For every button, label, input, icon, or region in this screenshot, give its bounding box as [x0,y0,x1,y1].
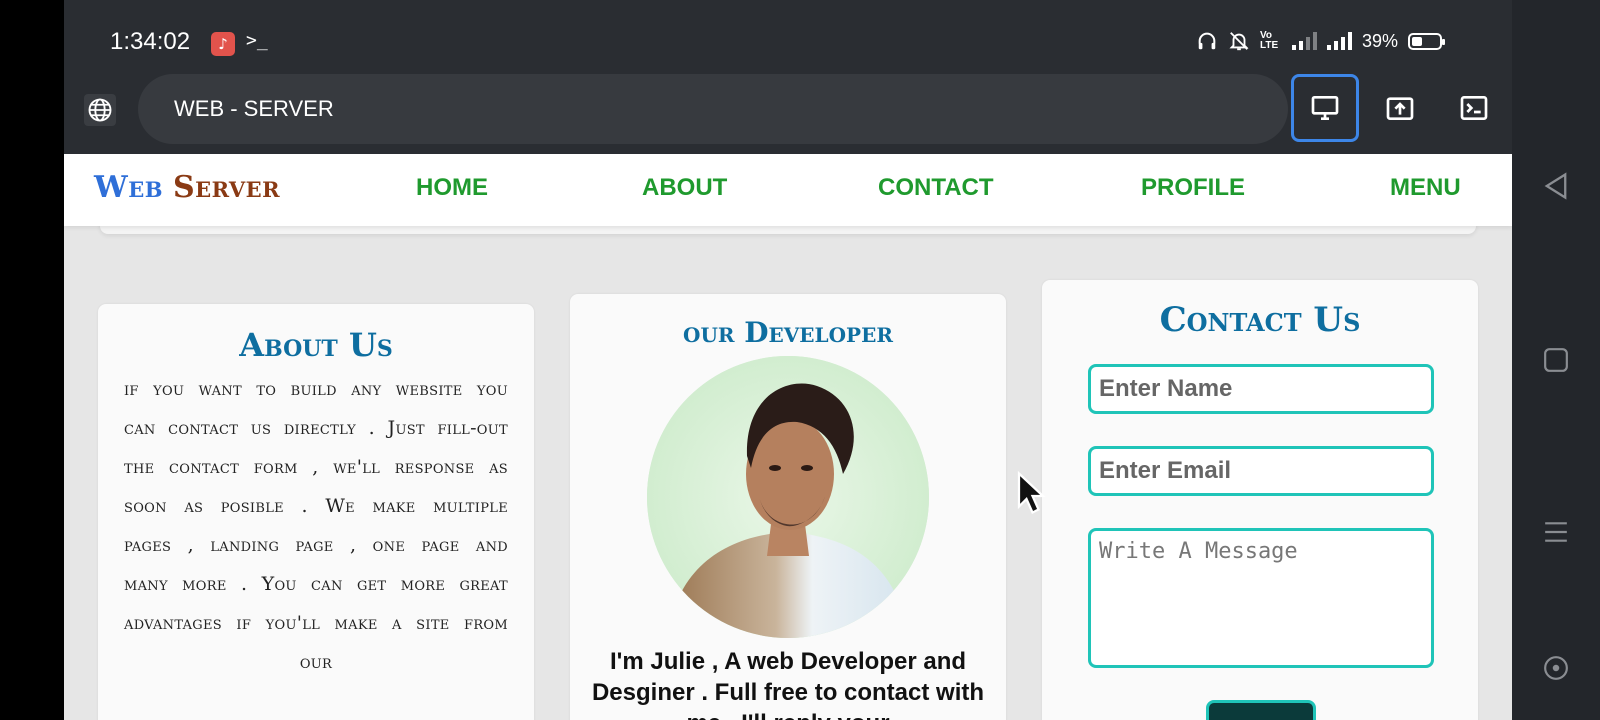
status-bar: 1:34:02 ♪ >_ Vo LTE 39% [64,0,1512,74]
battery-icon [1408,32,1445,50]
assistant-icon[interactable] [1540,652,1572,684]
contact-card: Contact Us Enter Name Enter Email Write … [1042,280,1478,720]
contact-title: Contact Us [1159,300,1361,340]
menu-lines-icon[interactable] [1540,516,1572,548]
developer-title: our Developer [683,316,893,349]
android-navigation-bar [1512,0,1600,720]
developer-photo [647,356,929,638]
site-header: Web Server HOME ABOUT CONTACT PROFILE ME… [64,154,1512,226]
email-field[interactable]: Enter Email [1088,446,1434,496]
clock: 1:34:02 [110,28,191,55]
nav-menu[interactable]: MENU [1390,174,1461,202]
page-title: WEB - SERVER [174,96,334,121]
nav-about[interactable]: ABOUT [642,174,727,202]
terminal-icon: >_ [246,30,268,51]
address-bar[interactable]: WEB - SERVER [138,74,1288,144]
nav-home[interactable]: HOME [416,174,488,202]
status-icons: Vo LTE 39% [1196,30,1445,52]
terminal-icon [1460,96,1488,120]
browser-toolbar: WEB - SERVER [64,74,1512,154]
mute-icon [1229,32,1249,51]
developer-text: I'm Julie , A web Developer and Desginer… [591,648,985,720]
nav-contact[interactable]: CONTACT [878,174,994,202]
name-field[interactable]: Enter Name [1088,364,1434,414]
nav-profile[interactable]: PROFILE [1141,174,1245,202]
desktop-mode-button[interactable] [1291,74,1359,142]
screen-edge [0,0,64,720]
desktop-icon [1311,96,1339,120]
share-button[interactable] [1366,74,1434,142]
headphones-icon [1198,32,1216,50]
message-field[interactable]: Write A Message [1088,528,1434,668]
mouse-cursor-icon [1017,470,1046,515]
about-text: if you want to build any website you can… [124,378,508,673]
send-button[interactable] [1206,700,1316,720]
home-square-icon[interactable] [1540,344,1572,376]
terminal-button[interactable] [1440,74,1508,142]
signal-icon [1291,32,1317,50]
signal-icon [1326,32,1352,50]
globe-icon[interactable] [84,94,116,126]
about-card: About Us if you want to build any websit… [98,304,534,720]
about-title: About Us [239,326,393,364]
share-icon [1386,97,1414,120]
back-icon[interactable] [1540,170,1572,202]
developer-card: our Developer I'm Julie , A web Develope… [570,294,1006,720]
volte-icon: Vo LTE [1259,30,1279,51]
site-logo[interactable]: Web Server [94,170,280,205]
music-app-icon: ♪ [211,32,235,56]
web-page: Web Server HOME ABOUT CONTACT PROFILE ME… [64,154,1512,720]
battery-percent: 39% [1361,30,1398,51]
